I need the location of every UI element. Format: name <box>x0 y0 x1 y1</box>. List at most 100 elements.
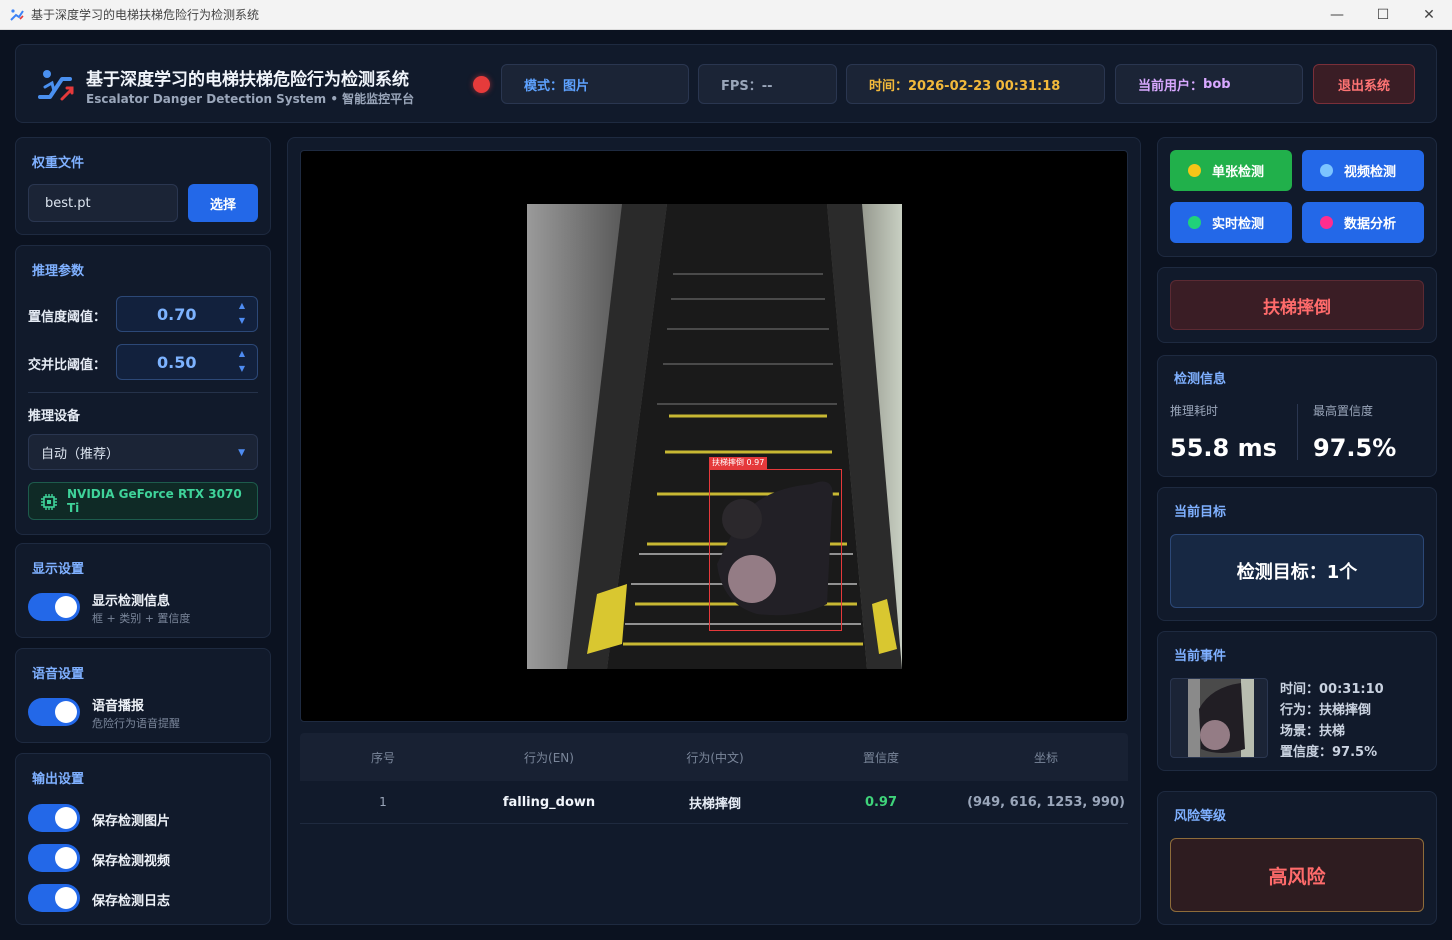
risk-level-display: 高风险 <box>1170 838 1424 912</box>
event-time: 时间：00:31:10 <box>1280 682 1384 697</box>
save-video-label: 保存检测视频 <box>92 854 171 869</box>
escalator-image: 扶梯摔倒 0.97 <box>527 204 902 669</box>
save-log-label: 保存检测日志 <box>92 894 171 909</box>
detect-info-title: 检测信息 <box>1174 372 1227 387</box>
logout-button[interactable]: 退出系统 <box>1313 64 1415 104</box>
weights-title: 权重文件 <box>32 156 85 171</box>
window-titlebar: 基于深度学习的电梯扶梯危险行为检测系统 — ☐ ✕ <box>0 0 1452 30</box>
show-info-sub: 框 + 类别 + 置信度 <box>92 612 191 625</box>
detection-box-label: 扶梯摔倒 0.97 <box>709 457 768 469</box>
inference-time-label: 推理耗时 <box>1170 404 1219 418</box>
gpu-name: NVIDIA GeForce RTX 3070 Ti <box>67 487 242 515</box>
voice-title: 语音设置 <box>32 667 85 682</box>
mode-display: 模式：图片 <box>501 64 689 104</box>
conf-threshold-spinbox[interactable]: 0.70 ▲ ▼ <box>116 296 258 332</box>
select-weights-button[interactable]: 选择 <box>188 184 258 222</box>
gpu-badge: NVIDIA GeForce RTX 3070 Ti <box>28 482 258 520</box>
user-prefix: 当前用户： <box>1138 78 1204 94</box>
device-select[interactable]: 自动（推荐） ▼ <box>28 434 258 470</box>
conf-threshold-value: 0.70 <box>157 304 197 324</box>
single-image-detect-button[interactable]: 单张检测 <box>1170 150 1292 191</box>
target-count-display: 检测目标：1个 <box>1170 534 1424 608</box>
data-analysis-label: 数据分析 <box>1344 217 1397 232</box>
col-header-behavior-en: 行为(EN) <box>524 750 574 765</box>
device-select-value: 自动（推荐） <box>41 446 120 462</box>
inference-title: 推理参数 <box>32 264 85 279</box>
current-target-title: 当前目标 <box>1174 505 1227 520</box>
save-image-label: 保存检测图片 <box>92 814 171 829</box>
spin-up-icon[interactable]: ▲ <box>239 301 245 310</box>
col-header-index: 序号 <box>370 750 395 765</box>
fps-display: FPS：-- <box>698 64 837 104</box>
table-row[interactable]: 1 falling_down 扶梯摔倒 0.97 (949, 616, 1253… <box>300 781 1128 824</box>
app-subtitle: Escalator Danger Detection System • 智能监控… <box>86 92 415 106</box>
save-video-toggle[interactable] <box>28 844 80 872</box>
dot-icon <box>1320 216 1333 229</box>
spin-up-icon[interactable]: ▲ <box>239 349 245 358</box>
video-detect-label: 视频检测 <box>1344 165 1397 180</box>
current-event-title: 当前事件 <box>1174 649 1227 664</box>
time-display: 时间：2026-02-23 00:31:18 <box>846 64 1105 104</box>
metrics-divider <box>1297 404 1298 460</box>
video-detect-button[interactable]: 视频检测 <box>1302 150 1424 191</box>
dot-icon <box>1320 164 1333 177</box>
max-confidence-label: 最高置信度 <box>1313 404 1374 418</box>
cell-behavior-en: falling_down <box>502 794 596 810</box>
event-behavior: 行为：扶梯摔倒 <box>1280 703 1372 718</box>
dot-icon <box>1188 216 1201 229</box>
data-analysis-button[interactable]: 数据分析 <box>1302 202 1424 243</box>
minimize-button[interactable]: — <box>1314 0 1360 30</box>
col-header-coordinates: 坐标 <box>1033 750 1058 765</box>
iou-threshold-spinbox[interactable]: 0.50 ▲ ▼ <box>116 344 258 380</box>
image-viewer: 扶梯摔倒 0.97 <box>300 150 1128 722</box>
alert-banner: 扶梯摔倒 <box>1170 280 1424 330</box>
col-header-behavior-cn: 行为(中文) <box>686 750 744 765</box>
voice-broadcast-sub: 危险行为语音提醒 <box>92 717 180 730</box>
spin-down-icon[interactable]: ▼ <box>239 316 245 325</box>
save-image-toggle[interactable] <box>28 804 80 832</box>
window-title: 基于深度学习的电梯扶梯危险行为检测系统 <box>31 8 260 22</box>
weights-file-input[interactable]: best.pt <box>28 184 178 222</box>
iou-threshold-value: 0.50 <box>157 352 197 372</box>
dot-icon <box>1188 164 1201 177</box>
iou-threshold-label: 交并比阈值： <box>28 358 107 373</box>
params-divider <box>28 392 258 393</box>
app-header: 基于深度学习的电梯扶梯危险行为检测系统 Escalator Danger Det… <box>15 44 1437 123</box>
cell-confidence: 0.97 <box>864 794 898 810</box>
show-info-toggle[interactable] <box>28 593 80 621</box>
current-user-display: 当前用户： bob <box>1115 64 1303 104</box>
cell-coordinates: (949, 616, 1253, 990) <box>967 794 1125 810</box>
event-confidence: 置信度：97.5% <box>1280 745 1378 760</box>
realtime-detect-label: 实时检测 <box>1212 217 1265 232</box>
status-indicator <box>473 76 490 93</box>
voice-broadcast-toggle[interactable] <box>28 698 80 726</box>
inference-time-value: 55.8 ms <box>1170 434 1277 462</box>
cell-behavior-cn: 扶梯摔倒 <box>688 796 741 812</box>
results-table: 序号 行为(EN) 行为(中文) 置信度 坐标 1 falling_down 扶… <box>300 733 1128 824</box>
cell-index: 1 <box>379 795 387 809</box>
spin-down-icon[interactable]: ▼ <box>239 364 245 373</box>
save-log-toggle[interactable] <box>28 884 80 912</box>
chip-icon <box>41 494 57 510</box>
col-header-confidence: 置信度 <box>862 750 899 765</box>
event-scene: 场景：扶梯 <box>1280 724 1346 739</box>
display-title: 显示设置 <box>32 562 85 577</box>
app-icon <box>9 7 25 23</box>
single-image-detect-label: 单张检测 <box>1212 165 1265 180</box>
table-header: 序号 行为(EN) 行为(中文) 置信度 坐标 <box>300 733 1128 781</box>
conf-threshold-label: 置信度阈值： <box>28 310 107 325</box>
risk-title: 风险等级 <box>1174 809 1227 824</box>
app-title: 基于深度学习的电梯扶梯危险行为检测系统 <box>86 70 409 90</box>
realtime-detect-button[interactable]: 实时检测 <box>1170 202 1292 243</box>
show-info-label: 显示检测信息 <box>92 594 171 609</box>
device-title: 推理设备 <box>28 409 81 424</box>
maximize-button[interactable]: ☐ <box>1360 0 1406 30</box>
max-confidence-value: 97.5% <box>1313 434 1397 462</box>
output-title: 输出设置 <box>32 772 85 787</box>
detection-bounding-box <box>709 469 842 631</box>
voice-broadcast-label: 语音播报 <box>92 699 145 714</box>
chevron-down-icon: ▼ <box>238 448 245 458</box>
event-thumbnail <box>1170 678 1268 758</box>
close-button[interactable]: ✕ <box>1406 0 1452 30</box>
escalator-logo-icon <box>36 65 76 105</box>
